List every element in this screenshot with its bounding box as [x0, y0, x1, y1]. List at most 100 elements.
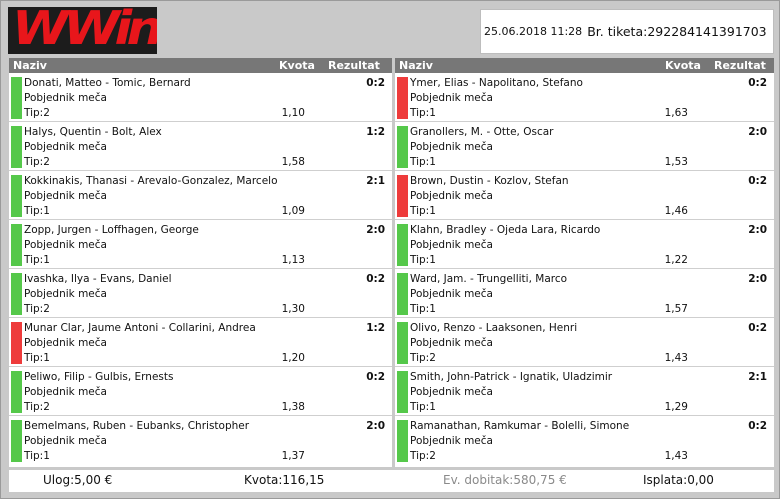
match-name: Zopp, Jurgen - Loffhagen, George [24, 224, 199, 236]
match-odds: 1,20 [281, 352, 305, 364]
payout-amount: Isplata:0,00 [643, 473, 714, 487]
match-odds: 1,22 [664, 254, 688, 266]
market-name: Pobjednik meča [24, 141, 107, 153]
status-bar-win [397, 371, 408, 413]
match-name: Kokkinakis, Thanasi - Arevalo-Gonzalez, … [24, 175, 278, 187]
match-name: Brown, Dustin - Kozlov, Stefan [410, 175, 569, 187]
match-name: Ramanathan, Ramkumar - Bolelli, Simone [410, 420, 630, 432]
stake-amount: Ulog:5,00 € [43, 473, 113, 487]
tip-selection: Tip:1 [410, 254, 436, 266]
match-result: 0:2 [748, 322, 767, 334]
ticket-info-box: 25.06.2018 11:28 Br. tiketa: 29228414139… [480, 9, 774, 54]
ticket-number-label: Br. tiketa: [587, 24, 648, 39]
bet-row: Ymer, Elias - Napolitano, Stefano Pobjedn… [395, 73, 774, 122]
tip-selection: Tip:1 [24, 254, 50, 266]
match-result: 0:2 [748, 175, 767, 187]
market-name: Pobjednik meča [410, 92, 493, 104]
tip-selection: Tip:1 [410, 401, 436, 413]
match-odds: 1,58 [281, 156, 305, 168]
tip-selection: Tip:1 [24, 352, 50, 364]
header-name: Naziv [399, 59, 433, 72]
match-odds: 1,37 [281, 450, 305, 462]
match-odds: 1,46 [664, 205, 688, 217]
tip-selection: Tip:2 [24, 401, 50, 413]
match-result: 0:2 [748, 77, 767, 89]
header-odds: Kvota [279, 59, 315, 72]
market-name: Pobjednik meča [24, 190, 107, 202]
status-bar-win [11, 126, 22, 168]
market-name: Pobjednik meča [410, 435, 493, 447]
match-result: 2:1 [748, 371, 767, 383]
market-name: Pobjednik meča [24, 288, 107, 300]
match-result: 2:0 [366, 224, 385, 236]
bet-row: Halys, Quentin - Bolt, Alex Pobjednik meč… [9, 122, 392, 171]
match-odds: 1,43 [664, 450, 688, 462]
header-name: Naziv [13, 59, 47, 72]
match-name: Ivashka, Ilya - Evans, Daniel [24, 273, 172, 285]
match-result: 1:2 [366, 322, 385, 334]
match-odds: 1,09 [281, 205, 305, 217]
match-odds: 1,43 [664, 352, 688, 364]
bet-row: Klahn, Bradley - Ojeda Lara, Ricardo Pobj… [395, 220, 774, 269]
ticket-footer: Ulog:5,00 € Kvota:116,15 Ev. dobitak:580… [9, 470, 774, 492]
match-name: Klahn, Bradley - Ojeda Lara, Ricardo [410, 224, 601, 236]
header-result: Rezultat [714, 59, 766, 72]
market-name: Pobjednik meča [410, 190, 493, 202]
logo-text: WWin [12, 7, 157, 54]
status-bar-win [11, 175, 22, 217]
bet-row: Granollers, M. - Otte, Oscar Pobjednik me… [395, 122, 774, 171]
match-name: Olivo, Renzo - Laaksonen, Henri [410, 322, 578, 334]
match-result: 2:1 [366, 175, 385, 187]
match-name: Bemelmans, Ruben - Eubanks, Christopher [24, 420, 250, 432]
ticket-date: 25.06.2018 11:28 [484, 25, 583, 38]
match-result: 0:2 [366, 371, 385, 383]
status-bar-win [11, 224, 22, 266]
match-result: 2:0 [748, 224, 767, 236]
match-name: Donati, Matteo - Tomic, Bernard [24, 77, 191, 89]
match-odds: 1,38 [281, 401, 305, 413]
tip-selection: Tip:1 [24, 450, 50, 462]
market-name: Pobjednik meča [24, 435, 107, 447]
tip-selection: Tip:2 [24, 156, 50, 168]
bet-row: Donati, Matteo - Tomic, Bernard Pobjednik… [9, 73, 392, 122]
market-name: Pobjednik meča [410, 239, 493, 251]
bet-row: Kokkinakis, Thanasi - Arevalo-Gonzalez, … [9, 171, 392, 220]
tip-selection: Tip:1 [410, 303, 436, 315]
potential-win: Ev. dobitak:580,75 € [443, 473, 567, 487]
match-name: Halys, Quentin - Bolt, Alex [24, 126, 162, 138]
tip-selection: Tip:1 [410, 205, 436, 217]
status-bar-win [11, 77, 22, 119]
tip-selection: Tip:1 [24, 205, 50, 217]
status-bar-loss [397, 77, 408, 119]
match-result: 1:2 [366, 126, 385, 138]
status-bar-win [397, 322, 408, 364]
bet-row: Munar Clar, Jaume Antoni - Collarini, An… [9, 318, 392, 367]
left-bet-column: Donati, Matteo - Tomic, Bernard Pobjednik… [9, 73, 392, 467]
bet-row: Zopp, Jurgen - Loffhagen, George Pobjedni… [9, 220, 392, 269]
status-bar-win [397, 420, 408, 462]
status-bar-win [11, 371, 22, 413]
market-name: Pobjednik meča [24, 386, 107, 398]
header-result: Rezultat [328, 59, 380, 72]
bet-row: Olivo, Renzo - Laaksonen, Henri Pobjednik… [395, 318, 774, 367]
match-name: Munar Clar, Jaume Antoni - Collarini, An… [24, 322, 256, 334]
tip-selection: Tip:2 [410, 450, 436, 462]
tip-selection: Tip:1 [410, 156, 436, 168]
market-name: Pobjednik meča [410, 386, 493, 398]
right-bet-column: Ymer, Elias - Napolitano, Stefano Pobjedn… [395, 73, 774, 467]
status-bar-win [11, 420, 22, 462]
status-bar-loss [397, 175, 408, 217]
tip-selection: Tip:2 [24, 107, 50, 119]
match-odds: 1,29 [664, 401, 688, 413]
match-result: 0:2 [366, 77, 385, 89]
match-name: Ymer, Elias - Napolitano, Stefano [410, 77, 583, 89]
match-result: 0:2 [366, 273, 385, 285]
bet-row: Smith, John-Patrick - Ignatik, Uladzimir… [395, 367, 774, 416]
match-result: 0:2 [748, 420, 767, 432]
bet-row: Ivashka, Ilya - Evans, Daniel Pobjednik m… [9, 269, 392, 318]
header-odds: Kvota [665, 59, 701, 72]
market-name: Pobjednik meča [24, 92, 107, 104]
match-name: Ward, Jam. - Trungelliti, Marco [410, 273, 568, 285]
bet-row: Peliwo, Filip - Gulbis, Ernests Pobjednik… [9, 367, 392, 416]
match-name: Smith, John-Patrick - Ignatik, Uladzimir [410, 371, 613, 383]
